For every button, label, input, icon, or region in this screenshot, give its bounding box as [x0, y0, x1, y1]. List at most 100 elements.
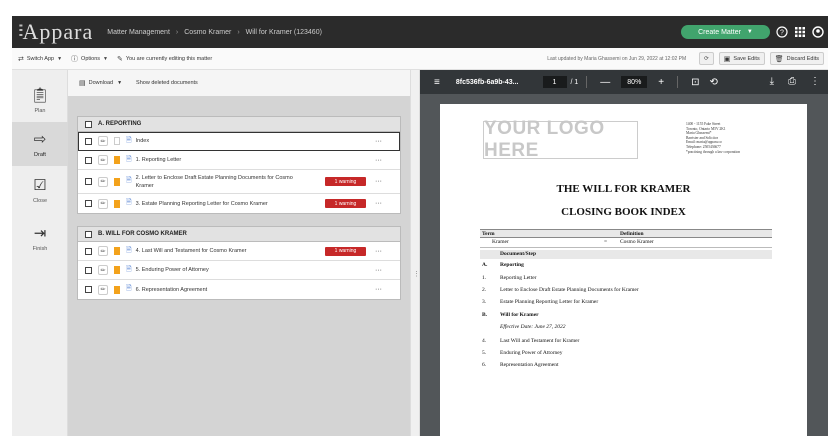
chevron-down-icon: ▼ [746, 29, 753, 35]
more-icon[interactable]: ··· [375, 138, 382, 145]
rail-item-plan[interactable]: 📋︎ Plan [12, 78, 68, 122]
list-item[interactable]: ✏ 🗎 6. Representation Agreement ··· [78, 280, 400, 299]
more-icon[interactable]: ··· [375, 267, 382, 274]
document-icon: ▤ [79, 80, 86, 87]
section-checkbox[interactable] [85, 230, 92, 238]
toc-label: Representation Agreement [500, 362, 559, 368]
more-icon[interactable]: ··· [375, 157, 382, 164]
refresh-button[interactable]: ⟳ [699, 52, 714, 65]
warning-badge[interactable]: 1 warning [325, 199, 366, 208]
page-number-input[interactable]: 1 [542, 76, 567, 88]
warning-badge[interactable]: 1 warning [325, 177, 366, 186]
app-logo[interactable]: ⫶⫶ Appara [18, 19, 93, 45]
row-checkbox[interactable] [85, 137, 92, 145]
more-icon[interactable]: ··· [375, 248, 382, 255]
refresh-icon: ⟳ [704, 55, 709, 62]
file-icon: 🗎 [126, 285, 132, 292]
row-checkbox[interactable] [85, 286, 92, 293]
menu-icon[interactable]: ≡ [434, 77, 440, 88]
pane-splitter[interactable]: ⋮ [410, 70, 420, 436]
toolbar-actions: Last updated by Maria Ghassemi on Jun 29… [547, 52, 824, 65]
help-icon[interactable]: ? [774, 24, 790, 40]
show-deleted-link[interactable]: Show deleted documents [136, 80, 198, 86]
row-checkbox[interactable] [85, 200, 92, 207]
breadcrumb: Matter Management › Cosmo Kramer › Will … [107, 29, 322, 36]
breadcrumb-item[interactable]: Matter Management [107, 29, 170, 36]
print-icon[interactable]: ⎙ [788, 76, 796, 87]
switch-app-button[interactable]: ⇄ Switch App ▼ [18, 55, 65, 63]
more-icon[interactable]: ··· [375, 200, 382, 207]
rail-item-draft[interactable]: ⇨ Draft [12, 122, 68, 166]
options-button[interactable]: ⓘ Options ▼ [71, 54, 111, 64]
matter-toolbar: ⇄ Switch App ▼ ⓘ Options ▼ ✎ You are cur… [12, 48, 828, 70]
save-edits-button[interactable]: ▣ Save Edits [718, 52, 765, 65]
breadcrumb-item[interactable]: Will for Kramer (123460) [246, 29, 322, 36]
pencil-icon[interactable]: ✏ [98, 284, 108, 295]
bookmark-icon[interactable] [114, 266, 120, 274]
list-item[interactable]: ✏ 🗎 4. Last Will and Testament for Cosmo… [78, 242, 400, 261]
rail-item-finish[interactable]: ⇥ Finish [12, 216, 68, 260]
more-vert-icon[interactable]: ⋮ [810, 76, 820, 87]
toc-num: B. [482, 312, 488, 318]
drag-handle-icon: ⋮ [413, 271, 420, 278]
toc-num: 6. [482, 362, 487, 368]
rail-item-close[interactable]: ☑ Close [12, 168, 68, 212]
document-step-label: Document/Step [500, 251, 537, 257]
file-icon: 🗎 [126, 246, 132, 254]
row-title: 5. Enduring Power of Attorney [135, 267, 209, 273]
toolbar-divider [677, 76, 679, 88]
breadcrumb-item[interactable]: Cosmo Kramer [184, 29, 231, 36]
pdf-filename: 8fc536fb-6a9b-43... [455, 78, 519, 86]
list-item[interactable]: ✏ 🗎 1. Reporting Letter ··· [78, 151, 400, 170]
rotate-icon[interactable]: ⟲ [710, 77, 718, 88]
zoom-out-icon[interactable]: — [600, 77, 610, 88]
section-title: A. REPORTING [98, 121, 142, 127]
apps-grid-icon[interactable] [792, 24, 808, 40]
bookmark-icon[interactable] [114, 285, 120, 294]
download-button[interactable]: ▤ Download ▼ [79, 79, 122, 87]
list-item[interactable]: ✏ 🗎 Index ··· [78, 132, 400, 151]
warning-badge[interactable]: 1 warning [325, 246, 366, 256]
row-checkbox[interactable] [85, 156, 92, 164]
section-header[interactable]: B. WILL FOR COSMO KRAMER [78, 227, 400, 242]
list-item[interactable]: ✏ 🗎 3. Estate Planning Reporting Letter … [78, 194, 400, 213]
pencil-icon[interactable]: ✏ [98, 155, 108, 165]
bookmark-icon[interactable] [114, 137, 120, 145]
row-checkbox[interactable] [85, 178, 92, 185]
discard-edits-button[interactable]: 🗑 Discard Edits [769, 52, 824, 65]
download-icon[interactable]: ⤓ [770, 76, 774, 87]
bookmark-icon[interactable] [114, 177, 120, 186]
bookmark-icon[interactable] [114, 156, 120, 164]
row-checkbox[interactable] [85, 247, 92, 255]
create-matter-button[interactable]: Create Matter ▼ [681, 25, 770, 39]
section-checkbox[interactable] [85, 120, 92, 128]
equals-cell: = [604, 239, 608, 245]
bookmark-icon[interactable] [114, 199, 120, 208]
section-title: B. WILL FOR COSMO KRAMER [98, 231, 187, 237]
fit-page-icon[interactable]: ⊡ [691, 77, 699, 88]
account-icon[interactable] [810, 24, 826, 40]
row-checkbox[interactable] [85, 266, 92, 274]
bookmark-icon[interactable] [114, 247, 120, 255]
svg-text:?: ? [780, 30, 784, 37]
pencil-icon[interactable]: ✏ [98, 136, 108, 146]
terms-header: Term Definition [480, 229, 772, 238]
zoom-in-icon[interactable]: + [658, 77, 664, 88]
toc-num: 3. [482, 299, 487, 305]
pencil-icon[interactable]: ✏ [98, 198, 108, 209]
more-icon[interactable]: ··· [375, 286, 382, 293]
section-header[interactable]: A. REPORTING [78, 117, 400, 132]
clipboard-icon: 📋︎ [30, 87, 50, 104]
pencil-icon[interactable]: ✏ [98, 246, 108, 256]
zoom-input[interactable]: 80% [621, 76, 648, 88]
pencil-icon[interactable]: ✏ [98, 176, 108, 187]
row-title: 2. Letter to Enclose Draft Estate Planni… [135, 174, 293, 189]
list-item[interactable]: ✏ 🗎 5. Enduring Power of Attorney ··· [78, 261, 400, 280]
file-icon: 🗎 [126, 199, 132, 206]
document-title: THE WILL FOR KRAMER [556, 183, 691, 195]
draft-arrow-icon: ⇨ [33, 131, 47, 148]
more-icon[interactable]: ··· [375, 178, 382, 185]
list-item[interactable]: ✏ 🗎 2. Letter to Enclose Draft Estate Pl… [78, 170, 400, 194]
pencil-icon[interactable]: ✏ [98, 265, 108, 275]
info-icon: ⓘ [71, 55, 79, 63]
